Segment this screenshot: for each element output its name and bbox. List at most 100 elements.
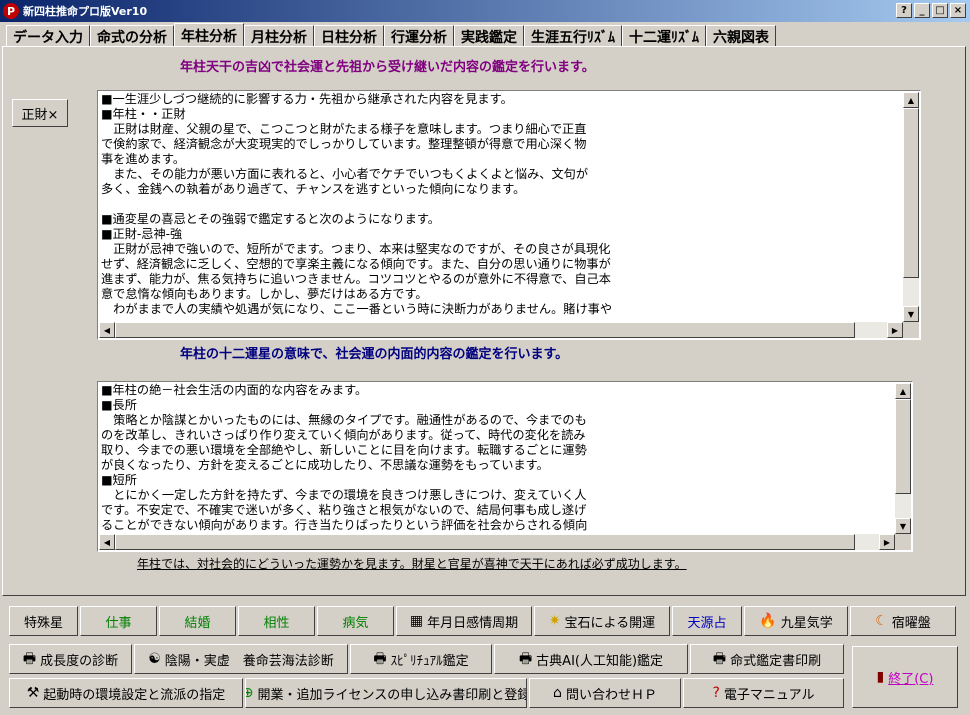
stem-reading-content: ■一生涯少しづつ継続的に影響する力・先祖から継承された内容を見ます。 ■年柱・・正… [101, 92, 900, 321]
text-line: 正財は財産、父親の星で、こつこつと財がたまる様子を意味します。つまり細心で正直 [101, 122, 587, 136]
contact-homepage-button[interactable]: ⌂ 問い合わせＨＰ [529, 678, 681, 708]
text-line: せず、経済観念に乏しく、空想的で享楽主義になる傾向です。また、自分の思い通りに物… [101, 257, 611, 271]
button-label: 天源占 [687, 615, 727, 631]
button-label: 仕事 [105, 615, 132, 631]
text-line: 意で怠惰な傾向もあります。しかし、夢だけはある方です。 [101, 287, 428, 301]
scroll-down-icon[interactable]: ▼ [903, 306, 919, 322]
scroll-thumb[interactable] [115, 534, 855, 550]
text-line: 事を進めます。 [101, 152, 186, 166]
fire-icon: 🔥 [759, 613, 777, 629]
scroll-down-icon[interactable]: ▼ [895, 518, 911, 534]
text-line: のを改革し、きれいさっぱり作り変えていく傾向があります。従って、時代の変化を読み [101, 428, 586, 442]
vertical-scrollbar[interactable]: ▲ ▼ [895, 383, 911, 534]
text-line: 進まず、能力が、焦る気持ちに追いつきません。コツコツとやるのが意外に不得意で、自… [101, 272, 611, 286]
scroll-thumb[interactable] [895, 399, 911, 494]
button-label: 起動時の環境設定と流派の指定 [43, 687, 226, 703]
startup-settings-button[interactable]: ⚒ 起動時の環境設定と流派の指定 [9, 678, 243, 708]
printer-icon: 🖶 [373, 651, 387, 667]
stage-reading-content: ■年柱の絶－社会生活の内面的な内容をみます。 ■長所 策略とか陰謀とかいったものに… [101, 383, 892, 533]
button-label: 相性 [263, 615, 290, 631]
tab-six-relations-chart[interactable]: 六親図表 [706, 25, 776, 47]
nine-star-button[interactable]: 🔥 九星気学 [744, 606, 848, 636]
scroll-left-icon[interactable]: ◀ [99, 534, 115, 550]
title-bar: P 新四柱推命プロ版Ver10 ? _ □ × [0, 0, 970, 22]
button-label: 古典AI(人工知能)鑑定 [536, 653, 664, 669]
minimize-button[interactable]: _ [914, 3, 930, 18]
stem-reading-textbox[interactable]: ■一生涯少しづつ継続的に影響する力・先祖から継承された内容を見ます。 ■年柱・・正… [97, 90, 921, 340]
scroll-left-icon[interactable]: ◀ [99, 322, 115, 338]
tab-chart-analysis[interactable]: 命式の分析 [90, 25, 174, 47]
button-label: 宿曜盤 [891, 615, 931, 631]
button-label: 問い合わせＨＰ [565, 687, 657, 703]
scroll-corner [895, 534, 911, 550]
scroll-corner [903, 322, 919, 338]
tab-fortune-cycle[interactable]: 行運分析 [384, 25, 454, 47]
tab-day-pillar[interactable]: 日柱分析 [314, 25, 384, 47]
gemstone-fortune-button[interactable]: ✷ 宝石による開運 [534, 606, 670, 636]
scroll-right-icon[interactable]: ▶ [887, 322, 903, 338]
illness-button[interactable]: 病気 [317, 606, 394, 636]
stage-reading-textbox[interactable]: ■年柱の絶－社会生活の内面的な内容をみます。 ■長所 策略とか陰謀とかいったものに… [97, 381, 913, 552]
classic-ai-reading-button[interactable]: 🖶 古典AI(人工知能)鑑定 [494, 644, 688, 674]
compatibility-button[interactable]: 相性 [238, 606, 315, 636]
electronic-manual-button[interactable]: ? 電子マニュアル [683, 678, 844, 708]
text-line: ることができない傾向があります。行き当たりばったりという評価を社会からされる傾向 [101, 518, 588, 532]
scroll-up-icon[interactable]: ▲ [903, 92, 919, 108]
tab-year-pillar[interactable]: 年柱分析 [174, 23, 244, 47]
tab-practical-reading[interactable]: 実践鑑定 [454, 25, 524, 47]
text-line [101, 197, 900, 212]
star-toggle-button[interactable]: 正財× [12, 99, 68, 127]
button-label: 電子マニュアル [723, 687, 815, 703]
button-label: 特殊星 [23, 615, 63, 631]
home-icon: ⌂ [553, 685, 562, 701]
yin-yang-icon: ☯ [148, 651, 161, 667]
text-line: ■一生涯少しづつ継続的に影響する力・先祖から継承された内容を見ます。 [101, 92, 513, 106]
button-label: 命式鑑定書印刷 [730, 653, 822, 669]
work-button[interactable]: 仕事 [80, 606, 157, 636]
help-button[interactable]: ? [896, 3, 912, 18]
text-line: わがままで人の実績や処遇が気になり、ここ一番という時に決断力がありません。賭け事… [101, 302, 613, 316]
vertical-scrollbar[interactable]: ▲ ▼ [903, 92, 919, 322]
print-chart-report-button[interactable]: 🖶 命式鑑定書印刷 [690, 644, 844, 674]
globe-icon: ⊕ [246, 686, 254, 700]
tab-twelve-stages-rhythm[interactable]: 十二運ﾘｽﾞﾑ [622, 25, 706, 47]
exit-button[interactable]: ▮ 終了(C) [852, 646, 958, 708]
button-label: 結婚 [184, 615, 211, 631]
growth-diagnosis-button[interactable]: 🖶 成長度の診断 [9, 644, 132, 674]
button-label: 成長度の診断 [40, 653, 119, 669]
horizontal-scrollbar[interactable]: ◀ ▶ [99, 534, 895, 550]
tab-strip: データ入力 命式の分析 年柱分析 月柱分析 日柱分析 行運分析 実践鑑定 生涯五… [6, 23, 776, 47]
text-line: ■短所 [101, 473, 137, 487]
tengen-divination-button[interactable]: 天源占 [672, 606, 742, 636]
tab-data-input[interactable]: データ入力 [6, 25, 90, 47]
lunar-mansion-button[interactable]: ☾ 宿曜盤 [850, 606, 956, 636]
printer-icon: 🖶 [712, 651, 727, 667]
special-stars-button[interactable]: 特殊星 [9, 606, 78, 636]
horizontal-scrollbar[interactable]: ◀ ▶ [99, 322, 903, 338]
scroll-right-icon[interactable]: ▶ [879, 534, 895, 550]
button-label: 病気 [342, 615, 369, 631]
calendar-icon: ▦ [409, 613, 424, 629]
close-button[interactable]: × [950, 3, 966, 18]
button-label: 終了(C) [888, 671, 934, 687]
scroll-thumb[interactable] [903, 108, 919, 278]
sparkle-icon: ✷ [548, 613, 561, 629]
button-label: 宝石による開運 [564, 615, 656, 631]
scroll-up-icon[interactable]: ▲ [895, 383, 911, 399]
window-controls: ? _ □ × [896, 3, 966, 18]
maximize-button[interactable]: □ [932, 3, 948, 18]
spiritual-reading-button[interactable]: 🖶 ｽﾋﾟﾘﾁｭｱﾙ鑑定 [350, 644, 492, 674]
scroll-thumb[interactable] [115, 322, 855, 338]
tab-life-five-elements[interactable]: 生涯五行ﾘｽﾞﾑ [524, 25, 622, 47]
emotion-cycle-button[interactable]: ▦ 年月日感情周期 [396, 606, 532, 636]
text-line: 策略とか陰謀とかいったものには、無縁のタイプです。融通性があるので、今までのも [101, 413, 587, 427]
window-title: 新四柱推命プロ版Ver10 [23, 5, 148, 18]
text-line: ■正財-忌神-強 [101, 227, 183, 241]
yin-yang-diagnosis-button[interactable]: ☯ 陰陽・実虚 養命芸海法診断 [134, 644, 348, 674]
text-line: とにかく一定した方針を持たず、今までの環境を良きつけ悪しきにつけ、変えていく人 [101, 488, 587, 502]
license-application-button[interactable]: ⊕開業・追加ライセンスの申し込み書印刷と登録 [245, 678, 527, 708]
text-line: 多く、金銭への執着があり過ぎて、チャンスを逃すといった傾向になります。 [101, 182, 526, 196]
tab-month-pillar[interactable]: 月柱分析 [244, 25, 314, 47]
button-label: 陰陽・実虚 養命芸海法診断 [164, 653, 334, 669]
marriage-button[interactable]: 結婚 [159, 606, 236, 636]
